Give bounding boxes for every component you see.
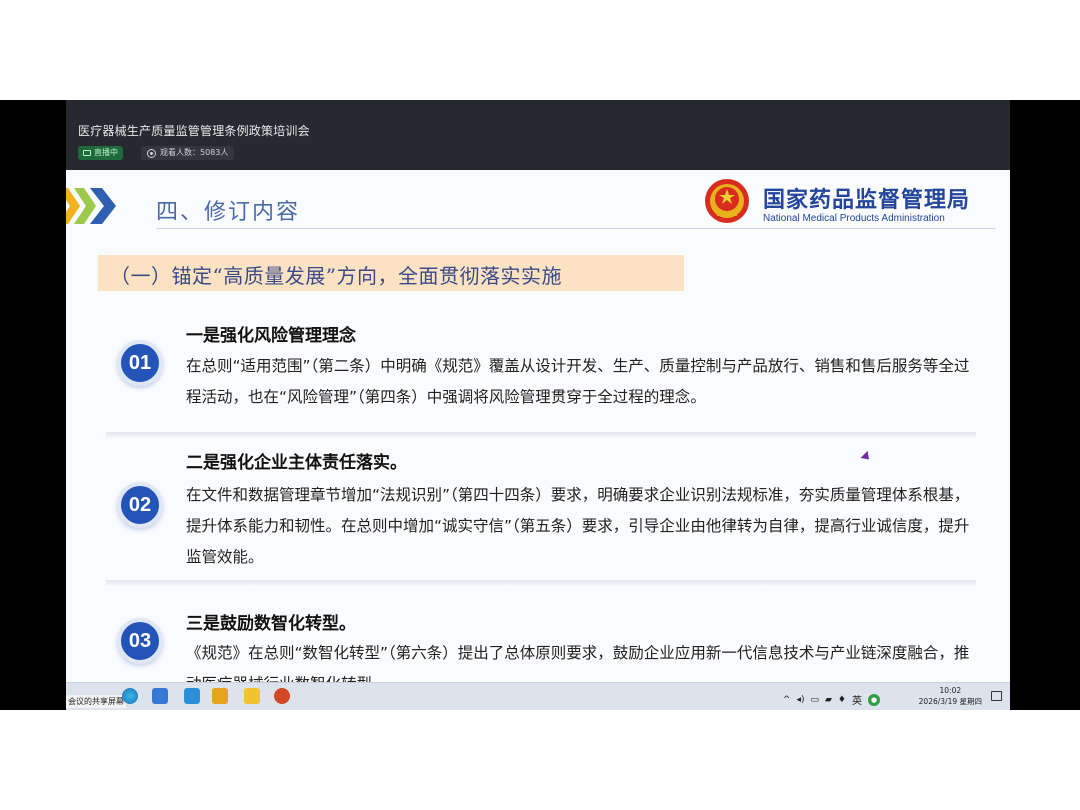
item-divider (106, 580, 976, 586)
clock-time: 10:02 (939, 686, 962, 695)
taskbar: 会议的共享屏幕 ^ ◂) ▭ ▰ ♦ 英 ● 10:02 2026/3/19 星… (66, 682, 1010, 710)
ime-language-indicator[interactable]: 英 (852, 692, 862, 707)
battery-icon[interactable]: ▭ (810, 695, 819, 705)
section-title: 四、修订内容 (156, 200, 301, 225)
item-title: 三是鼓励数智化转型。 (186, 614, 356, 634)
meeting-title: 医疗器械生产质量监管管理条例政策培训会 (78, 124, 310, 138)
microphone-icon[interactable]: ♦ (838, 695, 846, 705)
chevron-up-icon[interactable]: ^ (783, 695, 791, 705)
item-number-badge: 01 (117, 340, 163, 386)
meeting-app-icon[interactable] (152, 688, 168, 704)
item-title: 二是强化企业主体责任落实。 (186, 453, 407, 473)
system-tray: ^ ◂) ▭ ▰ ♦ 英 ● (783, 692, 880, 707)
subtitle-text: （一）锚定“高质量发展”方向，全面贯彻落实实施 (110, 264, 562, 288)
volume-icon[interactable]: ◂) (796, 695, 804, 705)
mouse-pointer-icon (860, 450, 873, 464)
camera-icon (83, 150, 91, 156)
item-divider (106, 432, 976, 438)
item-number-badge: 03 (117, 618, 163, 664)
photos-app-icon[interactable] (184, 688, 200, 704)
app-status-icon[interactable]: ● (868, 693, 880, 706)
clock-date: 2026/3/19 星期四 (918, 697, 982, 706)
item-title: 一是强化风险管理理念 (186, 326, 356, 346)
screen-share-frame: 医疗器械生产质量监管管理条例政策培训会 直播中 观看人数：5083人 四、修订内… (0, 100, 1080, 710)
header-divider (156, 228, 996, 229)
file-explorer-icon[interactable] (244, 688, 260, 704)
viewers-icon (147, 148, 156, 158)
presentation-app-icon[interactable] (274, 688, 290, 704)
media-player-icon[interactable] (212, 688, 228, 704)
system-clock[interactable]: 10:02 2026/3/19 星期四 (919, 685, 982, 707)
viewer-count-label: 观看人数：5083人 (160, 148, 229, 157)
presentation-slide: 四、修订内容 国家药品监督管理局 National Medical Produc… (66, 170, 1010, 682)
item-body: 在文件和数据管理章节增加“法规识别”（第四十四条）要求，明确要求企业识别法规标准… (186, 486, 970, 566)
org-name-english: National Medical Products Administration (763, 213, 945, 224)
notification-icon[interactable] (991, 691, 1002, 701)
edge-browser-icon[interactable] (122, 688, 138, 704)
item-number-badge: 02 (117, 482, 163, 528)
item-body: 在总则“适用范围”（第二条）中明确《规范》覆盖从设计开发、生产、质量控制与产品放… (186, 357, 970, 406)
org-name-chinese: 国家药品监督管理局 (763, 188, 971, 213)
share-screen-label: 会议的共享屏幕 (66, 695, 126, 708)
viewer-count-badge: 观看人数：5083人 (141, 146, 235, 160)
network-icon[interactable]: ▰ (825, 695, 832, 705)
subtitle-banner: （一）锚定“高质量发展”方向，全面贯彻落实实施 (98, 255, 684, 291)
live-status-badge: 直播中 (78, 146, 123, 160)
meeting-header: 医疗器械生产质量监管管理条例政策培训会 直播中 观看人数：5083人 (66, 100, 1010, 170)
item-body: 《规范》在总则“数智化转型”（第六条）提出了总体原则要求，鼓励企业应用新一代信息… (186, 644, 970, 682)
chevron-arrows-icon (66, 188, 116, 224)
live-status-label: 直播中 (94, 148, 118, 157)
national-emblem-icon (705, 179, 749, 223)
